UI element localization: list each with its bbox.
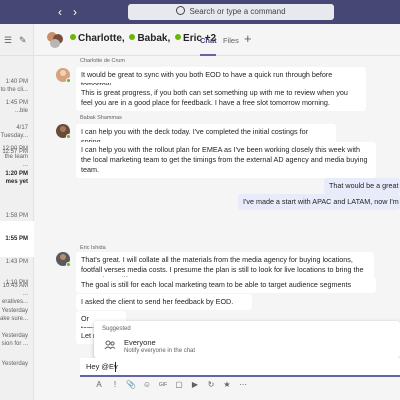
chat-list-item-text[interactable]: 4/17 [0, 124, 34, 132]
sticker-icon[interactable]: ▢ [174, 380, 184, 390]
sender-name: Babak Shammas [80, 115, 122, 121]
search-placeholder: Search or type a command [189, 7, 286, 16]
presence-dot [70, 34, 76, 40]
avatar [50, 39, 60, 48]
sender-name: Charlotte de Crum [80, 58, 125, 64]
suggestion-subtitle: Notify everyone in the chat [124, 348, 196, 354]
suggestions-heading: Suggested [102, 326, 131, 332]
presence-dot [66, 134, 71, 139]
presence-dot [129, 34, 136, 40]
tab-files[interactable]: Files [223, 36, 239, 46]
chat-list-item-text[interactable]: the team ... [0, 153, 34, 169]
back-arrow-icon[interactable]: ‹ [53, 5, 67, 19]
my-message-bubble[interactable]: That would be a great [324, 178, 400, 194]
tab-chat[interactable]: Chat [200, 36, 217, 46]
new-chat-icon[interactable]: ✎ [19, 35, 29, 45]
chat-list-item-text[interactable]: sion for ... [0, 340, 34, 348]
suggestion-everyone[interactable]: Everyone Notify everyone in the chat [94, 335, 400, 356]
presence-dot [66, 78, 71, 83]
chat-list-item-text[interactable]: 1:43 PM [0, 258, 34, 266]
more-options-icon[interactable]: ⋯ [238, 380, 248, 390]
filter-icon[interactable]: ☰ [4, 35, 14, 45]
chat-list-item-text[interactable]: ... eratives... [0, 290, 34, 306]
presence-dot [175, 34, 182, 40]
forward-arrow-icon[interactable]: › [68, 5, 82, 19]
suggestion-title: Everyone [124, 338, 156, 347]
active-tab-indicator [200, 54, 216, 56]
chat-list-item-text[interactable]: 12:00 PM [0, 145, 34, 153]
message-bubble[interactable]: I asked the client to send her feedback … [76, 294, 252, 310]
sender-name: Eric Ishida [80, 245, 106, 251]
chat-list-item-text[interactable]: 1:55 PM [0, 235, 34, 243]
chat-list-item-text[interactable]: 1:58 PM [0, 212, 34, 220]
participant-name: Charlotte, [78, 33, 125, 44]
chat-list: ☰ ✎ 1:40 PM to the cli... 1:45 PM ...ble 4/1… [0, 24, 34, 400]
chat-list-item-text[interactable]: ...ble [0, 107, 34, 115]
group-icon [104, 340, 116, 350]
search-icon [176, 6, 186, 15]
message-bubble[interactable]: I can help you with the rollout plan for… [76, 142, 376, 178]
chat-list-item-text[interactable]: 1:45 PM [0, 99, 34, 107]
praise-icon[interactable]: ★ [222, 380, 232, 390]
my-message-bubble[interactable]: I've made a start with APAC and LATAM, n… [238, 194, 400, 210]
meet-now-icon[interactable]: ▶ [190, 380, 200, 390]
chat-list-item-text[interactable]: 1:40 PM [0, 78, 34, 86]
participant-name: Babak, [137, 33, 171, 44]
presence-dot [66, 262, 71, 267]
chat-list-header: ☰ ✎ [0, 24, 34, 56]
priority-icon[interactable]: ! [110, 380, 120, 390]
chat-list-item-text[interactable]: 10:43 AM [0, 282, 34, 290]
compose-box[interactable]: Hey @Ev [80, 358, 400, 377]
format-icon[interactable]: A [94, 380, 104, 390]
chat-list-item-text[interactable]: 1:20 PM [0, 170, 34, 178]
gif-icon[interactable]: GIF [158, 380, 168, 390]
mention-suggestions: Suggested Everyone Notify everyone in th… [94, 321, 400, 358]
group-avatar [47, 32, 63, 48]
add-tab-icon[interactable]: + [244, 31, 252, 47]
loop-icon[interactable]: ↻ [206, 380, 216, 390]
attach-icon[interactable]: 📎 [126, 380, 136, 390]
title-bar: ‹ › Search or type a command [0, 0, 400, 24]
chat-list-item-text[interactable]: Yesterday [0, 307, 34, 315]
chat-title[interactable]: Charlotte, Babak, Eric +2 [70, 32, 216, 46]
chat-list-item-text[interactable]: Tuesday... [0, 132, 34, 140]
chat-list-item-text[interactable]: Yesterday [0, 332, 34, 340]
emoji-icon[interactable]: ☺ [142, 380, 152, 390]
chat-list-item-text[interactable]: ake sure... [0, 315, 34, 323]
compose-input[interactable]: Hey @Ev [86, 362, 118, 372]
search-box[interactable]: Search or type a command [128, 4, 334, 20]
chat-header: Charlotte, Babak, Eric +2 Chat Files + [34, 24, 400, 56]
compose-toolbar: A ! 📎 ☺ GIF ▢ ▶ ↻ ★ ⋯ [80, 380, 400, 394]
text-cursor [115, 362, 116, 372]
chat-list-item-text[interactable]: Yesterday [0, 360, 34, 368]
chat-list-item-text[interactable]: to the cli... [0, 86, 34, 94]
message-bubble[interactable]: This is great progress, if you both can … [76, 85, 366, 111]
chat-list-item-text[interactable]: mes yet [0, 178, 34, 186]
message-bubble[interactable]: The goal is still for each local marketi… [76, 277, 376, 293]
